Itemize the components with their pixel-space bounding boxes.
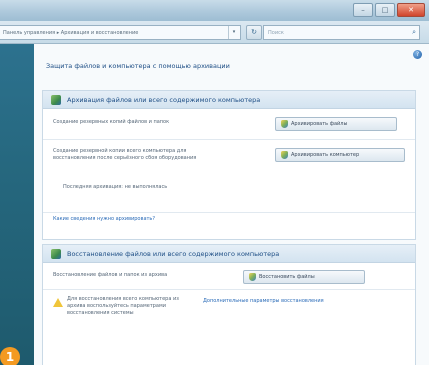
restore-group-header: Восстановление файлов или всего содержим… bbox=[43, 245, 415, 263]
restore-files-button[interactable]: Восстановить файлы bbox=[243, 270, 365, 284]
backup-group-header: Архивация файлов или всего содержимого к… bbox=[43, 91, 415, 109]
address-field[interactable]: Панель управления ▸ Архивация и восстано… bbox=[0, 25, 241, 40]
restore-files-row: Восстановление файлов и папок из архива … bbox=[43, 263, 415, 290]
last-backup-note: Последняя архивация: не выполнялась bbox=[63, 184, 168, 190]
page-title: Защита файлов и компьютера с помощью арх… bbox=[46, 62, 230, 70]
maximize-button[interactable]: □ bbox=[375, 3, 395, 17]
shield-icon bbox=[281, 151, 288, 159]
minimize-button[interactable]: – bbox=[353, 3, 373, 17]
shield-icon bbox=[281, 120, 288, 128]
content-pane: ? Защита файлов и компьютера с помощью а… bbox=[34, 44, 429, 365]
advanced-restore-link[interactable]: Дополнительные параметры восстановления bbox=[203, 298, 408, 304]
shield-icon bbox=[249, 273, 256, 281]
window-controls: – □ ✕ bbox=[353, 3, 425, 17]
backup-files-text: Создание резервных копий файлов и папок bbox=[53, 119, 170, 125]
close-button[interactable]: ✕ bbox=[397, 3, 425, 17]
search-placeholder: Поиск bbox=[268, 29, 284, 36]
chevron-down-icon[interactable]: ▾ bbox=[228, 26, 239, 39]
control-panel-window: – □ ✕ Панель управления ▸ Архивация и во… bbox=[0, 0, 429, 365]
restore-group-title: Восстановление файлов или всего содержим… bbox=[67, 249, 280, 258]
backup-computer-text: Создание резервной копии всего компьютер… bbox=[53, 148, 197, 161]
backup-files-button[interactable]: Архивировать файлы bbox=[275, 117, 397, 131]
search-input[interactable]: Поиск ⌕ bbox=[263, 25, 420, 40]
warning-icon bbox=[53, 298, 63, 307]
refresh-button[interactable]: ↻ bbox=[246, 25, 262, 40]
backup-group-title: Архивация файлов или всего содержимого к… bbox=[67, 95, 261, 104]
restore-computer-row: Для восстановления всего компьютера из а… bbox=[43, 290, 415, 365]
backup-computer-button[interactable]: Архивировать компьютер bbox=[275, 148, 405, 162]
search-icon[interactable]: ⌕ bbox=[412, 28, 419, 37]
restore-group: Восстановление файлов или всего содержим… bbox=[42, 244, 416, 365]
what-to-backup-link[interactable]: Какие сведения нужно архивировать? bbox=[53, 216, 155, 222]
backup-icon bbox=[51, 94, 61, 105]
backup-group: Архивация файлов или всего содержимого к… bbox=[42, 90, 416, 240]
restore-icon bbox=[51, 248, 61, 259]
restore-files-text: Восстановление файлов и папок из архива bbox=[53, 272, 168, 278]
backup-files-button-label: Архивировать файлы bbox=[291, 121, 348, 127]
address-bar: Панель управления ▸ Архивация и восстано… bbox=[0, 21, 429, 44]
title-bar: – □ ✕ bbox=[0, 0, 429, 21]
backup-files-row: Создание резервных копий файлов и папок … bbox=[43, 109, 415, 140]
address-path[interactable]: Панель управления ▸ Архивация и восстано… bbox=[0, 30, 228, 36]
help-icon[interactable]: ? bbox=[413, 50, 422, 59]
backup-computer-row: Создание резервной копии всего компьютер… bbox=[43, 140, 415, 213]
step-number-badge: 1 bbox=[0, 347, 20, 365]
backup-computer-button-label: Архивировать компьютер bbox=[291, 152, 360, 158]
restore-files-button-label: Восстановить файлы bbox=[259, 274, 315, 280]
restore-computer-text: Для восстановления всего компьютера из а… bbox=[67, 296, 179, 316]
